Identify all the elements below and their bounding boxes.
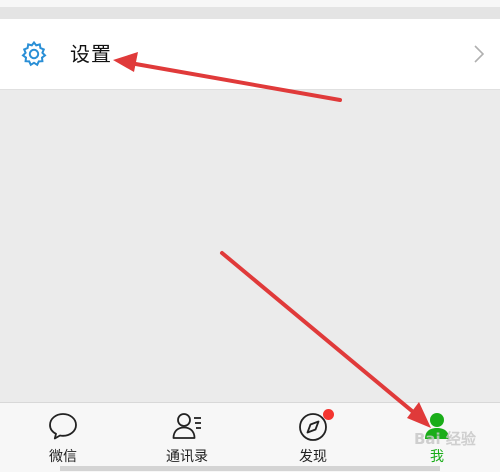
chat-bubble-icon bbox=[49, 413, 77, 440]
empty-area bbox=[0, 90, 500, 402]
top-strip bbox=[0, 0, 500, 7]
tab-label: 微信 bbox=[49, 449, 77, 465]
watermark: Bai 经验 bbox=[414, 430, 476, 448]
section-divider bbox=[0, 7, 500, 19]
tab-label: 发现 bbox=[299, 449, 327, 465]
settings-row[interactable]: 设置 bbox=[0, 19, 500, 90]
settings-label: 设置 bbox=[70, 42, 112, 66]
tab-label: 通讯录 bbox=[166, 449, 208, 465]
tab-discover[interactable]: 发现 bbox=[273, 403, 353, 472]
tab-contacts[interactable]: 通讯录 bbox=[147, 403, 227, 472]
tab-label: 我 bbox=[430, 449, 444, 465]
badge-dot bbox=[323, 409, 334, 420]
gear-icon bbox=[21, 41, 47, 67]
bottom-edge bbox=[60, 466, 440, 471]
chevron-right-icon bbox=[474, 45, 484, 63]
tab-wechat[interactable]: 微信 bbox=[23, 403, 103, 472]
contacts-icon bbox=[172, 413, 201, 439]
